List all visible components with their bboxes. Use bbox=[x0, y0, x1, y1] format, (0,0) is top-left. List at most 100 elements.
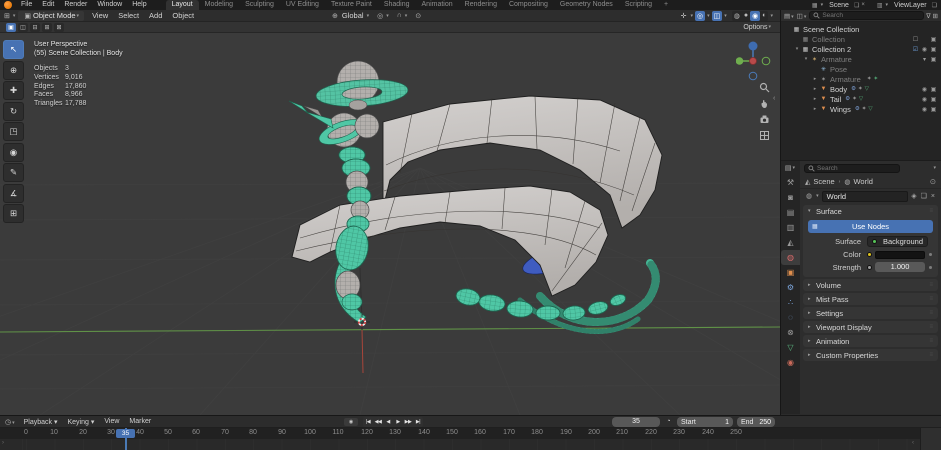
tab-scene[interactable]: ◭ bbox=[781, 235, 800, 250]
blender-logo[interactable] bbox=[4, 1, 12, 9]
row-tail[interactable]: ▸ ▼ Tail ⚙✶▽ ◉ ▣ bbox=[781, 94, 941, 104]
editor-type-icon[interactable]: ⊞ bbox=[0, 12, 12, 20]
select-mode-extend[interactable]: ◫ bbox=[18, 23, 28, 32]
checkbox-icon[interactable]: ☐ bbox=[911, 36, 920, 43]
viewport-menu[interactable]: View bbox=[87, 11, 113, 20]
playhead-frame-badge[interactable]: 35 bbox=[116, 429, 135, 438]
timeline-menu[interactable]: View bbox=[99, 418, 124, 426]
workspace-tab[interactable]: Shading bbox=[378, 0, 416, 10]
strength-field[interactable]: 1.000 bbox=[875, 262, 925, 272]
select-mode-subtract[interactable]: ⊟ bbox=[30, 23, 40, 32]
tab-view-layer[interactable]: ▥ bbox=[781, 220, 800, 235]
timeline-ruler[interactable]: 0102030405060708090100110120130140150160… bbox=[0, 428, 941, 439]
tool-move[interactable]: ✚ bbox=[3, 81, 24, 100]
topbar-menu[interactable]: Window bbox=[92, 0, 127, 10]
shading-wireframe[interactable]: ◍ bbox=[732, 11, 742, 21]
shading-material-preview[interactable]: ◉ bbox=[750, 11, 760, 21]
expander-icon[interactable]: ▸ bbox=[811, 106, 819, 112]
shading-dropdown-caret[interactable]: ▾ bbox=[769, 13, 774, 19]
tool-annotate[interactable]: ✎ bbox=[3, 163, 24, 182]
viewport-menu[interactable]: Add bbox=[144, 11, 167, 20]
disable-render-icon[interactable]: ▣ bbox=[929, 106, 938, 113]
row-collection[interactable]: ▦ Collection ☐ ▣ bbox=[781, 34, 941, 44]
tab-material[interactable]: ◉ bbox=[781, 355, 800, 370]
mode-dropdown[interactable]: ▣ Object Mode ▾ bbox=[18, 11, 84, 21]
frame-end-field[interactable]: End250 bbox=[737, 417, 775, 427]
preview-range-icon[interactable]: ◔ bbox=[663, 417, 674, 427]
topbar-menu[interactable]: Help bbox=[127, 0, 151, 10]
panel-settings[interactable]: ▸ Settings ≡ bbox=[803, 307, 938, 319]
outliner-editor-icon[interactable]: ▤▾ bbox=[784, 12, 795, 20]
outliner-search[interactable] bbox=[809, 11, 924, 20]
play-reverse[interactable]: ◀ bbox=[383, 417, 393, 427]
new-scene-icon[interactable]: ❏ bbox=[854, 2, 859, 9]
tab-object-data[interactable]: ▽ bbox=[781, 340, 800, 355]
jump-to-end[interactable]: ▶| bbox=[413, 417, 423, 427]
scene-dropdown-caret[interactable]: ▾ bbox=[820, 2, 825, 8]
toggle-xray[interactable]: ◫ bbox=[712, 11, 723, 21]
auto-keying-button[interactable]: ◉ bbox=[344, 418, 358, 426]
row-body[interactable]: ▸ ▼ Body ⚙✶▽ ◉ ▣ bbox=[781, 84, 941, 94]
navigation-gizmo[interactable] bbox=[736, 39, 772, 83]
tab-modifiers[interactable]: ⚙ bbox=[781, 280, 800, 295]
disable-render-icon[interactable]: ▣ bbox=[929, 96, 938, 103]
tool-3d-cursor[interactable]: ⊕ bbox=[3, 61, 24, 80]
breadcrumb-scene[interactable]: Scene bbox=[813, 177, 834, 186]
outliner-search-input[interactable] bbox=[822, 12, 920, 19]
use-nodes-button[interactable]: ▦ Use Nodes bbox=[808, 220, 933, 233]
tab-particles[interactable]: ∴ bbox=[781, 295, 800, 310]
workspace-tab[interactable]: Sculpting bbox=[239, 0, 280, 10]
topbar-menu[interactable]: File bbox=[16, 0, 37, 10]
hide-eye-icon[interactable]: ▾ bbox=[920, 56, 929, 63]
tab-world[interactable]: ◍ bbox=[781, 250, 800, 265]
new-world-icon[interactable]: ❏ bbox=[920, 192, 928, 200]
expander-icon[interactable]: ▾ bbox=[802, 56, 810, 62]
disable-render-icon[interactable]: ▣ bbox=[929, 46, 938, 53]
next-keyframe[interactable]: ▶▶ bbox=[403, 417, 413, 427]
proportional-edit-icon[interactable]: ⊙ bbox=[413, 12, 423, 20]
viewlayer-dropdown-caret[interactable]: ▾ bbox=[885, 2, 890, 8]
sidebar-toggle-arrow[interactable]: ‹ bbox=[773, 95, 775, 102]
workspace-tab[interactable]: Layout bbox=[166, 0, 199, 10]
workspace-tab[interactable]: Animation bbox=[416, 0, 459, 10]
tool-transform[interactable]: ◉ bbox=[3, 143, 24, 162]
row-scene-collection[interactable]: ▦ Scene Collection bbox=[781, 24, 941, 34]
workspace-tab[interactable]: Compositing bbox=[503, 0, 554, 10]
workspace-tab[interactable]: + bbox=[658, 0, 674, 10]
zoom-icon[interactable] bbox=[758, 81, 770, 93]
tab-physics[interactable]: ◌ bbox=[781, 310, 800, 325]
toggle-ortho-icon[interactable] bbox=[758, 129, 770, 141]
disable-render-icon[interactable]: ▣ bbox=[929, 36, 938, 43]
timeline-menu[interactable]: Playback ▾ bbox=[19, 418, 63, 426]
row-collection-2[interactable]: ▾ ▦ Collection 2 ☑ ◉ ▣ bbox=[781, 44, 941, 54]
viewport-menu[interactable]: Select bbox=[113, 11, 144, 20]
breadcrumb-world[interactable]: World bbox=[853, 177, 872, 186]
prev-keyframe[interactable]: ◀◀ bbox=[373, 417, 383, 427]
world-color-swatch[interactable] bbox=[875, 251, 925, 259]
tab-output[interactable]: ▤ bbox=[781, 205, 800, 220]
expander-icon[interactable]: ▸ bbox=[811, 96, 819, 102]
orientation-dropdown[interactable]: Global bbox=[340, 11, 366, 20]
tab-object[interactable]: ▣ bbox=[781, 265, 800, 280]
new-viewlayer-icon[interactable]: ❏ bbox=[932, 2, 937, 9]
row-armature-data[interactable]: ▸ ✶ Armature ✶✶ bbox=[781, 74, 941, 84]
tab-constraints[interactable]: ⊗ bbox=[781, 325, 800, 340]
fake-user-icon[interactable]: ◈ bbox=[910, 192, 917, 200]
options-dropdown[interactable]: Options bbox=[743, 24, 767, 31]
world-icon[interactable]: ◍ bbox=[805, 192, 813, 200]
timeline-menu[interactable]: Keying ▾ bbox=[63, 418, 100, 426]
workspace-tab[interactable]: Scripting bbox=[619, 0, 658, 10]
workspace-tab[interactable]: Geometry Nodes bbox=[554, 0, 619, 10]
animate-decorator[interactable] bbox=[929, 266, 932, 269]
viewport-3d[interactable]: User Perspective (55) Scene Collection |… bbox=[0, 33, 780, 415]
play[interactable]: ▶ bbox=[393, 417, 403, 427]
tool-scale[interactable]: ◳ bbox=[3, 122, 24, 141]
pivot-point-icon[interactable]: ◎ bbox=[375, 12, 385, 20]
timeline-track[interactable] bbox=[0, 439, 941, 450]
select-mode-invert[interactable]: ⊞ bbox=[42, 23, 52, 32]
outliner-display-mode-icon[interactable]: ◫▾ bbox=[797, 12, 808, 20]
move-view-hand-icon[interactable] bbox=[758, 97, 770, 109]
tool-add-cube[interactable]: ⊞ bbox=[3, 204, 24, 223]
panel-animation[interactable]: ▸ Animation ≡ bbox=[803, 335, 938, 347]
row-armature-object[interactable]: ▾ ✶ Armature ▾ ▣ bbox=[781, 54, 941, 64]
